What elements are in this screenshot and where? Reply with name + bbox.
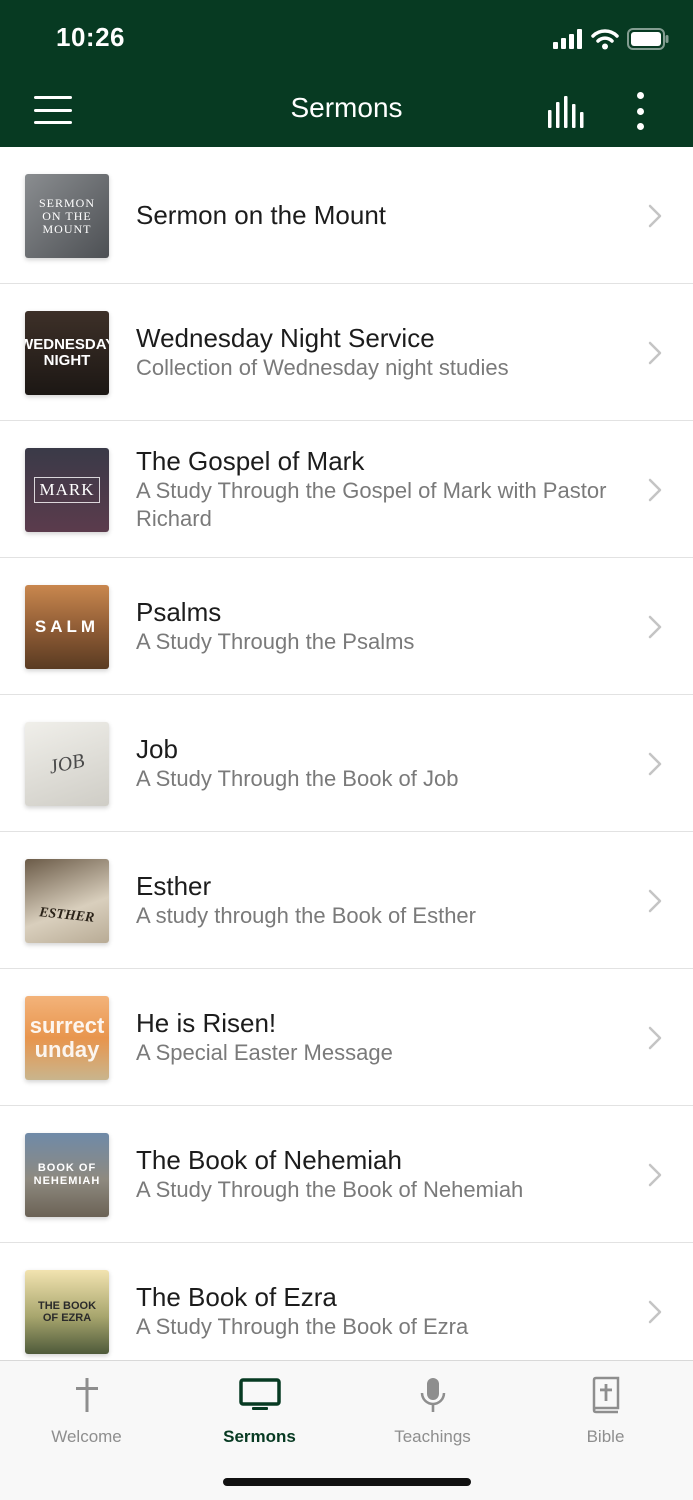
sermon-artwork-text: THE BOOK OF EZRA	[37, 1300, 97, 1324]
more-vertical-icon[interactable]	[632, 92, 648, 130]
sermon-title: He is Risen!	[136, 1008, 277, 1038]
cross-icon	[75, 1378, 98, 1412]
chevron-right-icon	[648, 615, 662, 639]
list-item[interactable]: WEDNESDAY NIGHT Wednesday Night Service …	[0, 284, 693, 421]
home-indicator	[223, 1478, 471, 1486]
equalizer-icon[interactable]	[546, 96, 586, 128]
sermon-artwork-text: SALM	[34, 617, 100, 636]
page-title: Sermons	[290, 92, 403, 123]
sermon-subtitle: Collection of Wednesday night studies	[136, 355, 509, 380]
sermon-title: Esther	[136, 871, 212, 901]
sermon-artwork-text: WEDNESDAY NIGHT	[25, 336, 109, 369]
sermon-subtitle: A Study Through the Book of Job	[136, 766, 459, 791]
bible-icon	[592, 1376, 619, 1414]
sermon-title: Job	[136, 734, 178, 764]
sermon-artwork-text: ESTHER	[38, 905, 96, 926]
sermon-subtitle: A Study Through the Book of Ezra	[136, 1314, 469, 1339]
status-icons	[553, 26, 669, 52]
list-item[interactable]: surrect unday He is Risen! A Special Eas…	[0, 969, 693, 1106]
sermon-subtitle: A Study Through the Book of Nehemiah	[136, 1177, 524, 1202]
wifi-icon	[591, 29, 619, 50]
tab-welcome[interactable]: Welcome	[0, 1375, 173, 1447]
tab-teachings[interactable]: Teachings	[346, 1375, 519, 1447]
list-item[interactable]: THE BOOK OF EZRA The Book of Ezra A Stud…	[0, 1243, 693, 1360]
tab-label: Teachings	[394, 1427, 471, 1446]
sermon-artwork-text: BOOK OF NEHEMIAH	[33, 1162, 101, 1187]
sermon-artwork: ESTHER	[25, 859, 109, 943]
list-item[interactable]: ESTHER Esther A study through the Book o…	[0, 832, 693, 969]
list-item[interactable]: SALM Psalms A Study Through the Psalms	[0, 558, 693, 695]
sermon-artwork-text: surrect unday	[29, 1013, 105, 1062]
sermon-title: Wednesday Night Service	[136, 323, 435, 353]
chevron-right-icon	[648, 1163, 662, 1187]
tab-sermons[interactable]: Sermons	[173, 1375, 346, 1447]
sermon-artwork-text: SERMON ON THE MOUNT	[38, 195, 95, 236]
battery-icon	[627, 28, 669, 50]
sermon-artwork: SALM	[25, 585, 109, 669]
sermon-title: Psalms	[136, 597, 222, 627]
sermon-artwork-text: JOB	[47, 749, 87, 778]
list-item[interactable]: MARK The Gospel of Mark A Study Through …	[0, 421, 693, 558]
sermon-artwork: WEDNESDAY NIGHT	[25, 311, 109, 395]
list-item[interactable]: SERMON ON THE MOUNT Sermon on the Mount	[0, 147, 693, 284]
sermon-subtitle: A Study Through the Gospel of Mark with …	[136, 478, 607, 531]
chevron-right-icon	[648, 204, 662, 228]
sermon-artwork: BOOK OF NEHEMIAH	[25, 1133, 109, 1217]
tab-label: Bible	[586, 1427, 625, 1446]
chevron-right-icon	[648, 889, 662, 913]
sermon-list: SERMON ON THE MOUNT Sermon on the Mount …	[0, 147, 693, 1360]
sermon-artwork: MARK	[25, 448, 109, 532]
chevron-right-icon	[648, 478, 662, 502]
chevron-right-icon	[648, 341, 662, 365]
tab-label: Sermons	[223, 1427, 296, 1446]
sermon-title: The Book of Ezra	[136, 1282, 337, 1312]
chevron-right-icon	[648, 752, 662, 776]
signal-icon	[553, 29, 582, 49]
tab-bible[interactable]: Bible	[519, 1375, 692, 1447]
sermon-subtitle: A study through the Book of Esther	[136, 903, 476, 928]
status-time: 10:26	[56, 22, 125, 52]
sermon-title: The Book of Nehemiah	[136, 1145, 402, 1175]
chevron-right-icon	[648, 1300, 662, 1324]
sermon-subtitle: A Special Easter Message	[136, 1040, 393, 1065]
sermon-artwork: surrect unday	[25, 996, 109, 1080]
tab-label: Welcome	[51, 1427, 122, 1446]
sermon-title: The Gospel of Mark	[136, 446, 365, 476]
tv-icon	[238, 1378, 281, 1410]
sermon-artwork: THE BOOK OF EZRA	[25, 1270, 109, 1354]
list-item[interactable]: JOB Job A Study Through the Book of Job	[0, 695, 693, 832]
sermon-title: Sermon on the Mount	[136, 200, 387, 230]
list-item[interactable]: BOOK OF NEHEMIAH The Book of Nehemiah A …	[0, 1106, 693, 1243]
sermon-artwork: JOB	[25, 722, 109, 806]
nav-header: 10:26 Sermons	[0, 0, 693, 147]
sermon-subtitle: A Study Through the Psalms	[136, 629, 415, 654]
sermon-artwork-text: MARK	[34, 477, 100, 503]
sermon-artwork: SERMON ON THE MOUNT	[25, 174, 109, 258]
microphone-icon	[420, 1378, 445, 1412]
chevron-right-icon	[648, 1026, 662, 1050]
